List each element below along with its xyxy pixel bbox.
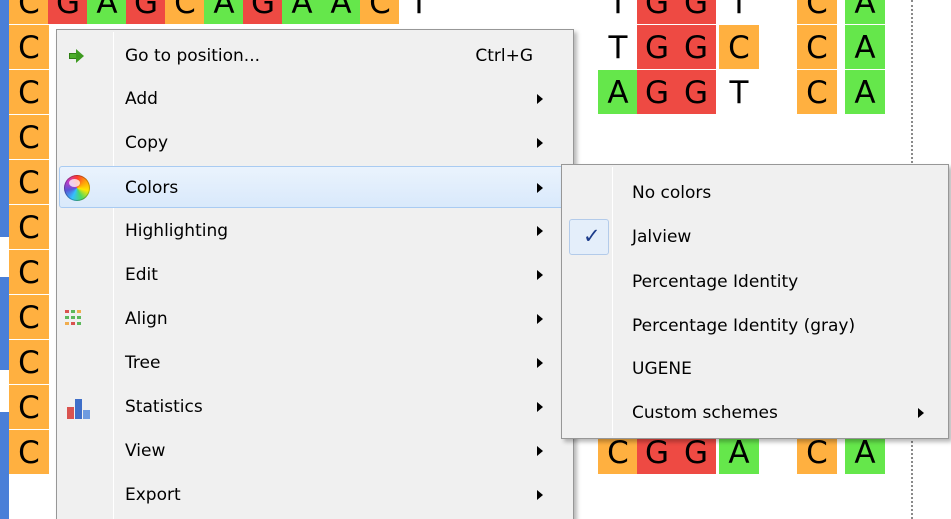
nucleotide-cell: C xyxy=(360,0,400,24)
menu-item-label: Percentage Identity xyxy=(632,272,799,292)
nucleotide-cell: C xyxy=(719,25,759,69)
nucleotide-cell: G xyxy=(637,0,677,24)
alignment-context-menu: Go to position... Ctrl+G Add Copy Colors… xyxy=(56,29,574,519)
submenu-arrow-icon xyxy=(537,314,543,324)
menu-item-label: UGENE xyxy=(632,359,692,379)
nucleotide-cell: G xyxy=(48,0,88,24)
nucleotide-cell: A xyxy=(845,0,885,24)
submenu-item-custom-schemes[interactable]: Custom schemes xyxy=(564,392,946,434)
submenu-arrow-icon xyxy=(537,183,543,193)
nucleotide-cell: C xyxy=(797,70,837,114)
menu-item-label: Go to position... xyxy=(125,46,260,66)
color-wheel-icon xyxy=(64,175,90,201)
submenu-arrow-icon xyxy=(537,94,543,104)
nucleotide-cell: G xyxy=(637,25,677,69)
nucleotide-cell: A xyxy=(845,25,885,69)
submenu-item-no-colors[interactable]: No colors xyxy=(564,172,946,214)
submenu-arrow-icon xyxy=(537,226,543,236)
submenu-arrow-icon xyxy=(537,446,543,456)
menu-item-label: Jalview xyxy=(632,227,692,247)
checked-indicator: ✓ xyxy=(569,219,609,255)
nucleotide-cell: C xyxy=(797,0,837,24)
alignment-row: CGAGCAGAACTTGGTCA xyxy=(0,0,951,24)
submenu-item-percentage-identity-gray[interactable]: Percentage Identity (gray) xyxy=(564,305,946,347)
nucleotide-cell: T xyxy=(719,70,759,114)
menu-item-label: Highlighting xyxy=(125,221,229,241)
submenu-arrow-icon xyxy=(537,270,543,280)
menu-item-label: Custom schemes xyxy=(632,403,778,423)
nucleotide-cell: A xyxy=(282,0,322,24)
menu-item-shortcut: Ctrl+G xyxy=(475,46,533,66)
menu-item-label: Edit xyxy=(125,265,158,285)
nucleotide-cell: T xyxy=(399,0,439,24)
menu-item-label: Add xyxy=(125,89,158,109)
menu-item-align[interactable]: Align xyxy=(59,298,571,340)
checkmark-icon: ✓ xyxy=(583,224,601,248)
menu-item-highlighting[interactable]: Highlighting xyxy=(59,210,571,252)
nucleotide-cell: C xyxy=(9,25,49,69)
nucleotide-cell: T xyxy=(719,0,759,24)
nucleotide-cell: G xyxy=(676,70,716,114)
menu-item-label: Tree xyxy=(125,353,161,373)
submenu-item-percentage-identity[interactable]: Percentage Identity xyxy=(564,261,946,303)
menu-item-label: No colors xyxy=(632,183,712,203)
nucleotide-cell: C xyxy=(9,0,49,24)
submenu-arrow-icon xyxy=(537,490,543,500)
menu-item-go-to-position[interactable]: Go to position... Ctrl+G xyxy=(59,35,571,77)
submenu-arrow-icon xyxy=(537,402,543,412)
align-icon xyxy=(65,308,87,330)
nucleotide-cell: C xyxy=(9,385,49,429)
nucleotide-cell: A xyxy=(204,0,244,24)
nucleotide-cell: T xyxy=(598,25,638,69)
nucleotide-cell: C xyxy=(9,70,49,114)
nucleotide-cell: G xyxy=(676,25,716,69)
menu-item-label: Colors xyxy=(125,178,179,198)
colors-submenu: No colors ✓ Jalview Percentage Identity … xyxy=(561,164,949,439)
nucleotide-cell: G xyxy=(637,70,677,114)
nucleotide-cell: C xyxy=(9,340,49,384)
go-to-arrow-icon xyxy=(69,49,84,63)
nucleotide-cell: T xyxy=(598,0,638,24)
nucleotide-cell: G xyxy=(243,0,283,24)
nucleotide-cell: G xyxy=(126,0,166,24)
menu-item-tree[interactable]: Tree xyxy=(59,342,571,384)
submenu-arrow-icon xyxy=(537,358,543,368)
menu-item-add[interactable]: Add xyxy=(59,78,571,120)
nucleotide-cell: G xyxy=(676,0,716,24)
nucleotide-cell: A xyxy=(87,0,127,24)
menu-item-export[interactable]: Export xyxy=(59,474,571,516)
nucleotide-cell: C xyxy=(797,25,837,69)
nucleotide-cell: A xyxy=(598,70,638,114)
nucleotide-cell: C xyxy=(165,0,205,24)
nucleotide-cell: A xyxy=(321,0,361,24)
submenu-item-ugene[interactable]: UGENE xyxy=(564,348,946,390)
menu-item-copy[interactable]: Copy xyxy=(59,122,571,164)
nucleotide-cell: A xyxy=(845,70,885,114)
nucleotide-cell: C xyxy=(9,160,49,204)
nucleotide-cell: C xyxy=(9,295,49,339)
nucleotide-cell: C xyxy=(9,430,49,474)
menu-item-label: Copy xyxy=(125,133,169,153)
nucleotide-cell: C xyxy=(9,250,49,294)
submenu-arrow-icon xyxy=(918,408,924,418)
menu-item-edit[interactable]: Edit xyxy=(59,254,571,296)
menu-item-label: Export xyxy=(125,485,181,505)
nucleotide-cell: C xyxy=(9,205,49,249)
nucleotide-cell: C xyxy=(9,115,49,159)
menu-item-view[interactable]: View xyxy=(59,430,571,472)
menu-item-label: Statistics xyxy=(125,397,203,417)
submenu-arrow-icon xyxy=(537,138,543,148)
menu-item-label: Percentage Identity (gray) xyxy=(632,316,856,336)
statistics-chart-icon xyxy=(67,397,91,419)
submenu-item-jalview[interactable]: ✓ Jalview xyxy=(564,216,946,258)
menu-item-statistics[interactable]: Statistics xyxy=(59,386,571,428)
menu-item-colors[interactable]: Colors xyxy=(59,166,571,208)
menu-item-label: View xyxy=(125,441,166,461)
menu-item-label: Align xyxy=(125,309,168,329)
